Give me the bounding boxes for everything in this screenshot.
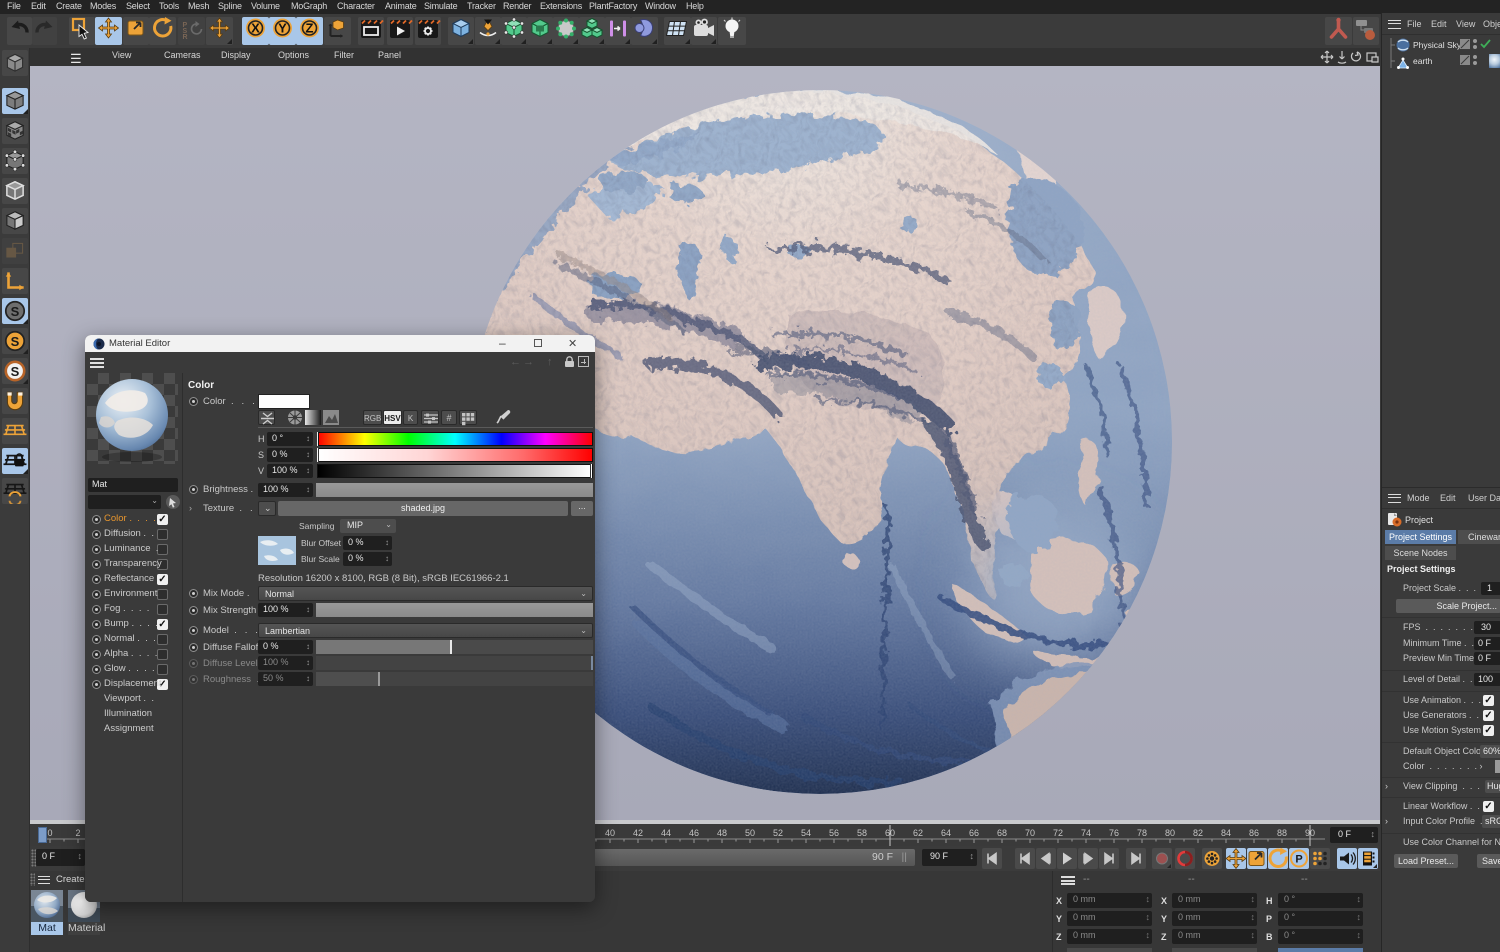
svg-text:46: 46	[689, 828, 699, 838]
svg-text:84: 84	[1221, 828, 1231, 838]
svg-text:82: 82	[1193, 828, 1203, 838]
svg-text:56: 56	[829, 828, 839, 838]
svg-text:54: 54	[801, 828, 811, 838]
svg-text:40: 40	[605, 828, 615, 838]
svg-text:S: S	[11, 364, 20, 379]
svg-text:0: 0	[47, 828, 52, 838]
svg-text:50: 50	[745, 828, 755, 838]
svg-text:80: 80	[1165, 828, 1175, 838]
svg-text:70: 70	[1025, 828, 1035, 838]
svg-text:Z: Z	[306, 21, 314, 36]
svg-text:66: 66	[969, 828, 979, 838]
svg-text:86: 86	[1249, 828, 1259, 838]
svg-text:P: P	[1295, 854, 1302, 866]
svg-text:78: 78	[1137, 828, 1147, 838]
svg-text:42: 42	[633, 828, 643, 838]
svg-text:2: 2	[75, 828, 80, 838]
svg-text:S: S	[11, 304, 20, 319]
svg-text:62: 62	[913, 828, 923, 838]
svg-text:S: S	[11, 334, 20, 349]
svg-text:58: 58	[857, 828, 867, 838]
svg-text:X: X	[251, 21, 260, 36]
svg-text:Y: Y	[278, 21, 287, 36]
svg-text:76: 76	[1109, 828, 1119, 838]
svg-text:44: 44	[661, 828, 671, 838]
svg-text:74: 74	[1081, 828, 1091, 838]
svg-text:72: 72	[1053, 828, 1063, 838]
svg-text:68: 68	[997, 828, 1007, 838]
svg-text:64: 64	[941, 828, 951, 838]
svg-text:88: 88	[1277, 828, 1287, 838]
svg-text:48: 48	[717, 828, 727, 838]
svg-text:R: R	[183, 34, 188, 41]
svg-text:52: 52	[773, 828, 783, 838]
